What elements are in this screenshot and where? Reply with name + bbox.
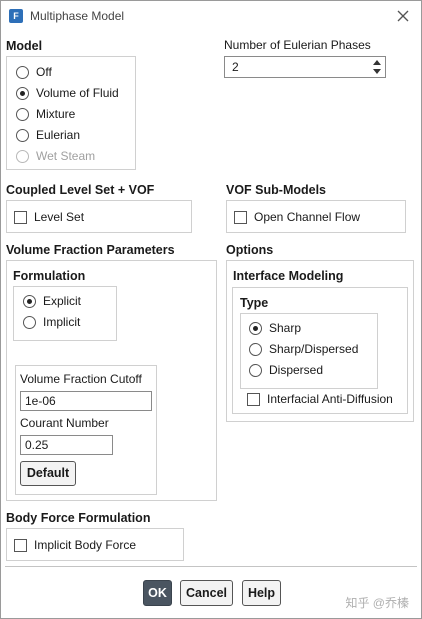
dispersed-label: Dispersed [269,363,324,377]
open-channel-flow-checkbox[interactable]: Open Channel Flow [234,208,360,226]
coupled-level-set-group: Level Set [6,200,192,233]
title-bar: F Multiphase Model [1,1,421,31]
formulation-implicit[interactable]: Implicit [23,313,80,331]
spinner-arrows-icon[interactable] [371,58,383,76]
volume-fraction-parameters-heading: Volume Fraction Parameters [6,243,175,257]
radio-selected-icon[interactable] [249,321,262,335]
radio-icon[interactable] [249,363,262,377]
radio-disabled-icon [16,149,29,163]
radio-icon[interactable] [16,128,29,142]
type-heading: Type [240,296,269,310]
phases-label: Number of Eulerian Phases [224,38,371,52]
implicit-label: Implicit [43,315,81,329]
level-set-label: Level Set [34,210,85,224]
cutoff-courant-group: Volume Fraction Cutoff 1e-06 Courant Num… [15,365,157,495]
interfacial-anti-diffusion-checkbox[interactable]: Interfacial Anti-Diffusion [247,390,393,408]
interface-modeling-group: Type Sharp Sharp/Dispersed Dispersed Int… [232,287,408,414]
type-sharp[interactable]: Sharp [249,319,301,337]
default-button[interactable]: Default [20,461,76,486]
formulation-group: Explicit Implicit [13,286,117,341]
model-option-mixture[interactable]: Mixture [16,105,75,123]
options-group: Interface Modeling Type Sharp Sharp/Disp… [226,260,414,422]
formulation-heading: Formulation [13,269,86,283]
coupled-level-set-heading: Coupled Level Set + VOF [6,183,155,197]
interface-modeling-heading: Interface Modeling [233,269,344,283]
model-option-off[interactable]: Off [16,63,52,81]
close-icon[interactable] [393,6,413,26]
type-dispersed[interactable]: Dispersed [249,361,323,379]
courant-number-label: Courant Number [20,416,109,430]
checkbox-icon[interactable] [14,210,27,224]
radio-icon[interactable] [249,342,262,356]
open-channel-flow-label: Open Channel Flow [254,210,361,224]
formulation-explicit[interactable]: Explicit [23,292,81,310]
model-option-volume-of-fluid[interactable]: Volume of Fluid [16,84,119,102]
vof-sub-models-group: Open Channel Flow [226,200,406,233]
model-option-wet-steam: Wet Steam [16,147,95,165]
courant-number-input[interactable]: 0.25 [20,435,113,455]
sharp-label: Sharp [269,321,302,335]
phases-value[interactable]: 2 [232,60,239,74]
radio-icon[interactable] [23,315,36,329]
sharp-dispersed-label: Sharp/Dispersed [269,342,359,356]
ok-button[interactable]: OK [143,580,172,606]
level-set-checkbox[interactable]: Level Set [14,208,84,226]
volume-fraction-cutoff-input[interactable]: 1e-06 [20,391,152,411]
checkbox-icon[interactable] [247,392,260,406]
explicit-label: Explicit [43,294,82,308]
model-option-label: Mixture [36,107,76,121]
radio-selected-icon[interactable] [23,294,36,308]
model-group: Off Volume of Fluid Mixture Eulerian Wet… [6,56,136,170]
model-option-label: Off [36,65,52,79]
implicit-body-force-label: Implicit Body Force [34,538,137,552]
volume-fraction-cutoff-label: Volume Fraction Cutoff [20,372,142,386]
help-button[interactable]: Help [242,580,281,606]
type-group: Sharp Sharp/Dispersed Dispersed [240,313,378,389]
vof-sub-models-heading: VOF Sub-Models [226,183,326,197]
model-option-label: Volume of Fluid [36,86,119,100]
model-option-label: Eulerian [36,128,81,142]
window-title: Multiphase Model [30,9,125,23]
implicit-body-force-checkbox[interactable]: Implicit Body Force [14,536,136,554]
model-heading: Model [6,39,43,53]
options-heading: Options [226,243,274,257]
multiphase-model-dialog: F Multiphase Model Model Off Volume of F… [0,0,422,619]
checkbox-icon[interactable] [14,538,27,552]
phases-spinner[interactable]: 2 [224,56,386,78]
model-option-eulerian[interactable]: Eulerian [16,126,80,144]
checkbox-icon[interactable] [234,210,247,224]
model-option-label: Wet Steam [36,149,96,163]
cancel-button[interactable]: Cancel [180,580,233,606]
fluent-app-icon: F [9,9,23,23]
interfacial-anti-diffusion-label: Interfacial Anti-Diffusion [267,392,393,406]
radio-selected-icon[interactable] [16,86,29,100]
footer-divider [5,566,417,567]
radio-icon[interactable] [16,107,29,121]
body-force-formulation-heading: Body Force Formulation [6,511,151,525]
type-sharp-dispersed[interactable]: Sharp/Dispersed [249,340,358,358]
body-force-formulation-group: Implicit Body Force [6,528,184,561]
watermark-text: 知乎 @乔榛 [345,596,409,610]
volume-fraction-parameters-group: Formulation Explicit Implicit Volume Fra… [6,260,217,501]
radio-icon[interactable] [16,65,29,79]
